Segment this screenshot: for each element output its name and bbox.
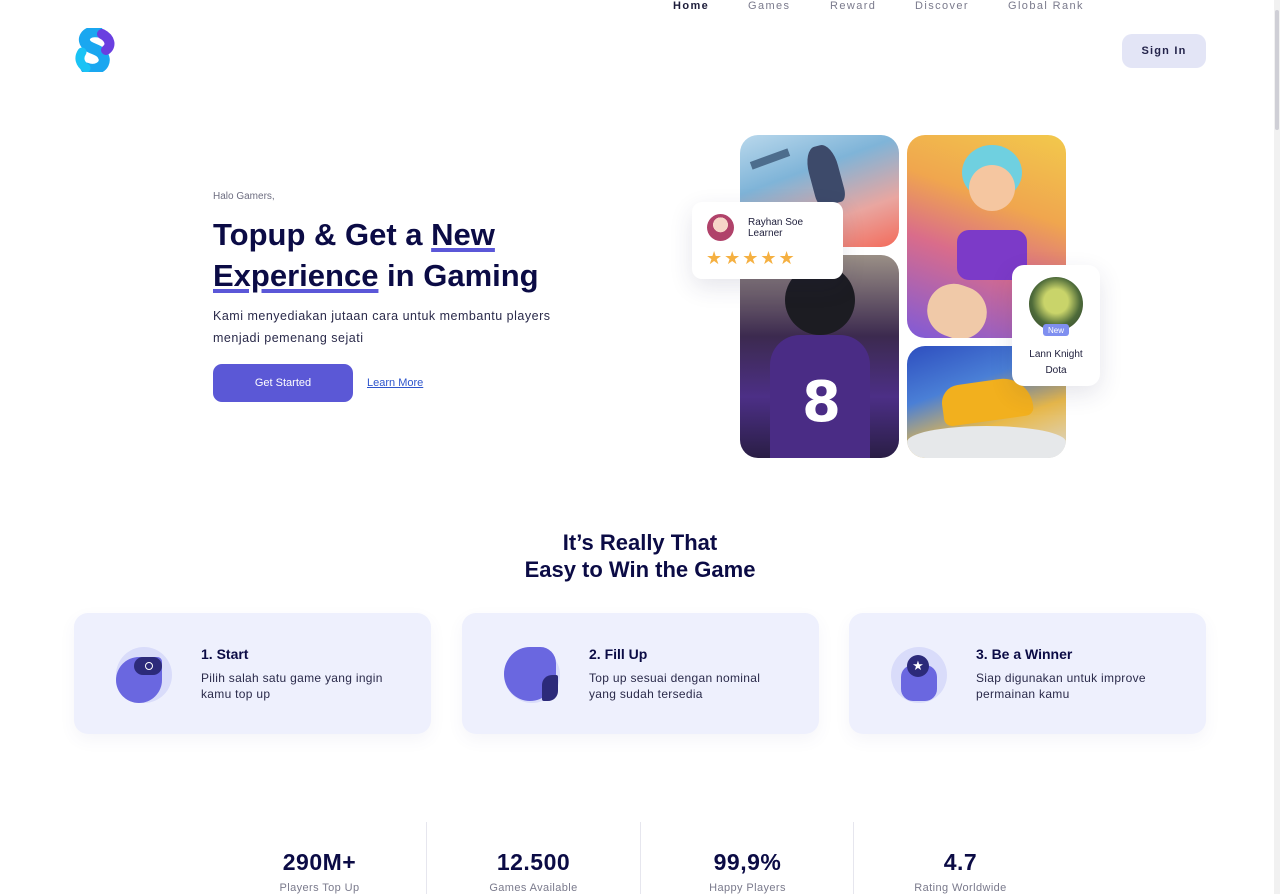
step-text: Top up sesuai dengan nominal yang sudah … bbox=[589, 671, 761, 701]
hero-description: Kami menyediakan jutaan cara untuk memba… bbox=[213, 309, 551, 345]
stat-label: Games Available bbox=[489, 882, 578, 894]
stat-label: Rating Worldwide bbox=[914, 882, 1007, 894]
nav-reward[interactable]: Reward bbox=[830, 0, 876, 12]
nav-discover[interactable]: Discover bbox=[915, 0, 969, 12]
wallet-icon bbox=[504, 647, 560, 703]
stat-rating: 4.7 Rating Worldwide bbox=[854, 822, 1067, 894]
stat-value: 99,9% bbox=[713, 849, 782, 875]
section-title: It’s Really That Easy to Win the Game bbox=[440, 529, 840, 583]
stat-value: 12.500 bbox=[496, 849, 571, 875]
game-image-football: 8 bbox=[740, 255, 899, 458]
step-text: Pilih salah satu game yang ingin kamu to… bbox=[201, 671, 383, 701]
step-title: 3. Be a Winner bbox=[976, 646, 1073, 662]
learn-more-link[interactable]: Learn More bbox=[367, 377, 423, 389]
review-card: Rayhan Soe Learner ★★★★★ bbox=[692, 202, 843, 279]
reviewer-name: Rayhan Soe Learner bbox=[748, 217, 803, 239]
nav-games[interactable]: Games bbox=[748, 0, 790, 12]
stat-label: Players Top Up bbox=[279, 882, 360, 894]
trophy-star-icon: ★ bbox=[891, 647, 947, 703]
step-card-start: 1. Start Pilih salah satu game yang ingi… bbox=[74, 613, 431, 734]
sign-in-button[interactable]: Sign In bbox=[1122, 34, 1206, 68]
stat-games: 12.500 Games Available bbox=[427, 822, 640, 894]
stat-label: Happy Players bbox=[709, 882, 786, 894]
brand-logo[interactable] bbox=[72, 28, 116, 72]
star-rating-icon: ★★★★★ bbox=[706, 248, 797, 268]
step-card-winner: ★ 3. Be a Winner Siap digunakan untuk im… bbox=[849, 613, 1206, 734]
step-title: 2. Fill Up bbox=[589, 646, 648, 662]
stat-happy: 99,9% Happy Players bbox=[641, 822, 854, 894]
gamepad-icon bbox=[116, 647, 172, 703]
player-info: Lann Knight Dota bbox=[1012, 347, 1100, 379]
stat-value: 290M+ bbox=[282, 849, 357, 875]
step-text: Siap digunakan untuk improve permainan k… bbox=[976, 671, 1146, 701]
player-card: New Lann Knight Dota bbox=[1012, 265, 1100, 386]
player-game: Dota bbox=[1045, 365, 1067, 376]
stat-value: 4.7 bbox=[943, 849, 978, 875]
reviewer-name-line: Rayhan Soe bbox=[748, 217, 804, 228]
get-started-button[interactable]: Get Started bbox=[213, 364, 353, 402]
nav-home[interactable]: Home bbox=[673, 0, 709, 12]
headline-part: in Gaming bbox=[378, 258, 539, 293]
headline-part: Topup & Get a bbox=[213, 217, 432, 252]
stat-players: 290M+ Players Top Up bbox=[213, 822, 426, 894]
player-avatar bbox=[1029, 277, 1083, 331]
section-title-line: Easy to Win the Game bbox=[524, 557, 756, 582]
headline-highlight: Experience bbox=[213, 258, 379, 293]
nav-global-rank[interactable]: Global Rank bbox=[1008, 0, 1084, 12]
page-scrollbar[interactable] bbox=[1274, 0, 1280, 894]
step-card-fill-up: 2. Fill Up Top up sesuai dengan nominal … bbox=[462, 613, 819, 734]
step-title: 1. Start bbox=[201, 646, 249, 662]
headline-highlight: New bbox=[431, 217, 495, 252]
reviewer-role: Learner bbox=[748, 228, 783, 239]
new-badge: New bbox=[1043, 324, 1069, 336]
player-name: Lann Knight bbox=[1029, 349, 1083, 360]
hero-headline: Topup & Get a New Experience in Gaming bbox=[213, 214, 593, 296]
section-title-line: It’s Really That bbox=[562, 530, 718, 555]
reviewer-avatar bbox=[707, 214, 734, 241]
hero-greeting: Halo Gamers, bbox=[213, 191, 275, 202]
